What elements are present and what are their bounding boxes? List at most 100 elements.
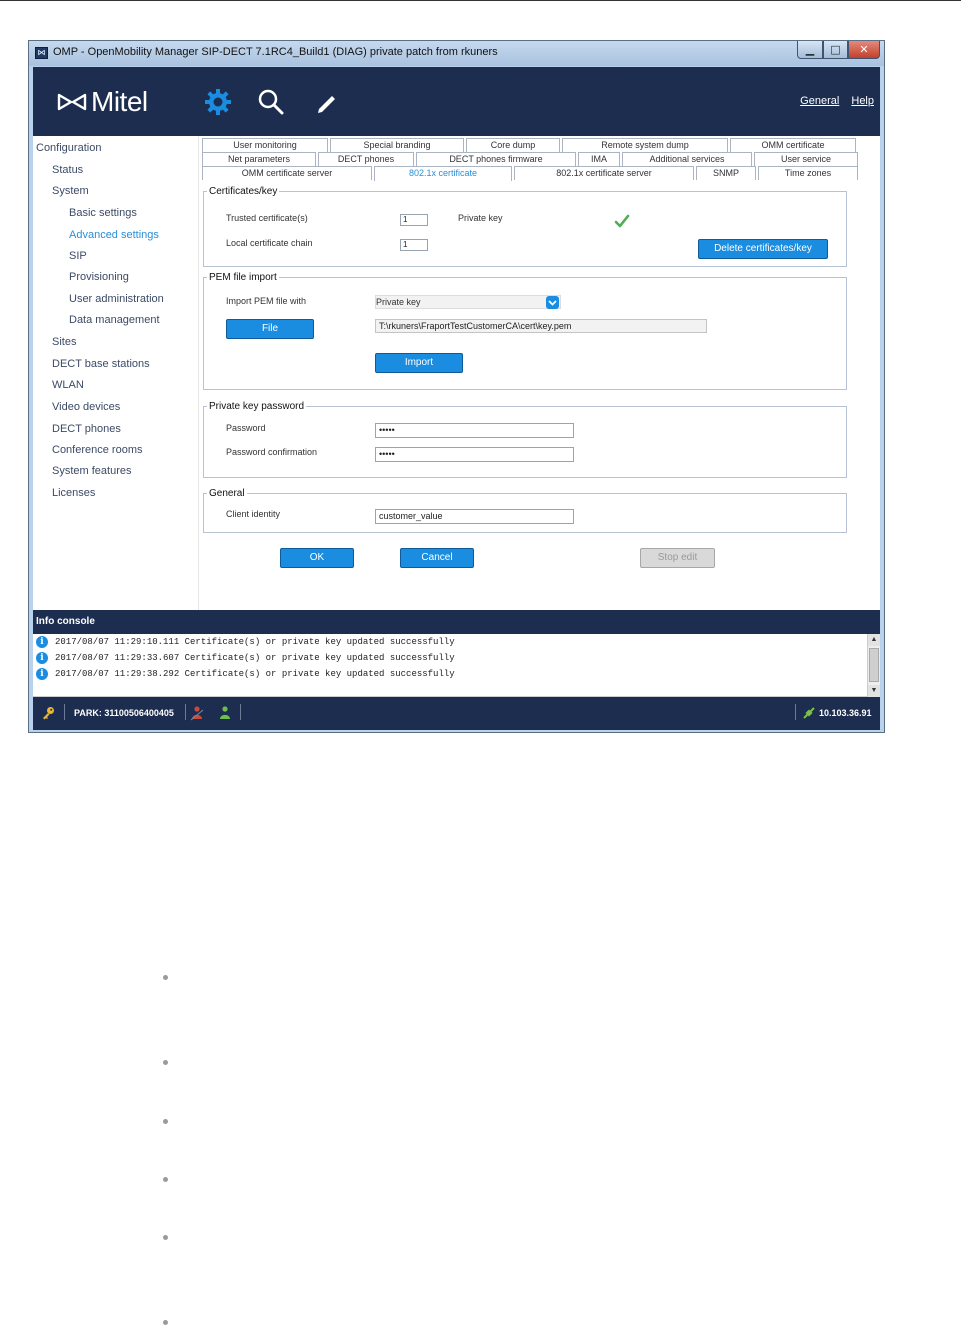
info-console-header: Info console [33, 610, 880, 634]
nav-sip[interactable]: SIP [69, 250, 87, 262]
tab-additional-services[interactable]: Additional services [622, 152, 752, 166]
nav-wlan[interactable]: WLAN [52, 379, 84, 391]
pem-import-legend: PEM file import [209, 272, 277, 283]
log-row: i 2017/08/07 11:29:33.607 Certificate(s)… [36, 650, 455, 666]
nav-licenses[interactable]: Licenses [52, 487, 95, 499]
tab-user-service[interactable]: User service [754, 152, 858, 166]
password-label: Password [226, 423, 266, 433]
status-separator [185, 704, 186, 720]
header-links: General Help [791, 95, 874, 107]
info-icon: i [36, 636, 48, 648]
check-icon [614, 214, 630, 228]
search-icon[interactable] [256, 87, 286, 117]
nav-system[interactable]: System [52, 185, 89, 197]
password-confirmation-field[interactable]: ••••• [375, 447, 574, 462]
pem-import-group: PEM file import Import PEM file with Pri… [203, 272, 847, 390]
chevron-down-icon[interactable] [546, 296, 559, 309]
page-top-rule [0, 0, 961, 1]
password-confirmation-label: Password confirmation [226, 447, 318, 457]
tab-dect-phones[interactable]: DECT phones [318, 152, 414, 166]
nav-status[interactable]: Status [52, 164, 83, 176]
nav-sites[interactable]: Sites [52, 336, 76, 348]
tab-omm-certificate[interactable]: OMM certificate [730, 138, 856, 152]
nav-data-management[interactable]: Data management [69, 314, 160, 326]
pem-type-select[interactable]: Private key [375, 295, 561, 309]
main-content: User monitoring Special branding Core du… [200, 136, 880, 610]
nav-system-features[interactable]: System features [52, 465, 131, 477]
maximize-button[interactable]: □ [823, 41, 848, 59]
log-row: i 2017/08/07 11:29:38.292 Certificate(s)… [36, 666, 455, 682]
mitel-logo-icon [57, 93, 87, 111]
omp-window: ⋈ OMP - OpenMobility Manager SIP-DECT 7.… [28, 40, 885, 733]
tab-omm-certificate-server[interactable]: OMM certificate server [202, 166, 372, 180]
status-bar: PARK: 31100506400405 10.103.36.91 [33, 697, 880, 730]
tab-ima[interactable]: IMA [578, 152, 620, 166]
certificates-key-group: Certificates/key Trusted certificate(s) … [203, 186, 847, 267]
scroll-up-icon[interactable]: ▲ [868, 634, 880, 646]
log-message: 2017/08/07 11:29:38.292 Certificate(s) o… [55, 669, 455, 679]
users-red-icon [190, 706, 204, 721]
tab-time-zones[interactable]: Time zones [758, 166, 858, 180]
console-scrollbar[interactable]: ▲ ▼ [867, 634, 880, 697]
scroll-thumb[interactable] [869, 648, 879, 682]
log-row: i 2017/08/07 11:29:10.111 Certificate(s)… [36, 634, 455, 650]
trusted-certificates-label: Trusted certificate(s) [226, 213, 308, 223]
import-pem-label: Import PEM file with [226, 296, 307, 306]
close-button[interactable]: ✕ [848, 41, 880, 59]
park-number: PARK: 31100506400405 [74, 708, 174, 718]
nav-provisioning[interactable]: Provisioning [69, 271, 129, 283]
pem-type-value: Private key [376, 297, 421, 307]
nav-advanced-settings[interactable]: Advanced settings [69, 229, 159, 241]
users-green-icon [220, 706, 230, 719]
status-separator [240, 704, 241, 720]
nav-user-administration[interactable]: User administration [69, 293, 164, 305]
client-identity-label: Client identity [226, 509, 281, 519]
tab-8021x-certificate-server[interactable]: 802.1x certificate server [514, 166, 694, 180]
brand-name: Mitel [91, 86, 148, 117]
info-console: i 2017/08/07 11:29:10.111 Certificate(s)… [33, 634, 880, 697]
tab-8021x-certificate[interactable]: 802.1x certificate [374, 166, 512, 181]
nav-basic-settings[interactable]: Basic settings [69, 207, 137, 219]
title-bar[interactable]: ⋈ OMP - OpenMobility Manager SIP-DECT 7.… [29, 41, 884, 66]
general-link[interactable]: General [800, 95, 839, 107]
key-icon [43, 707, 54, 720]
trusted-certificates-count: 1 [400, 214, 428, 226]
nav-conference-rooms[interactable]: Conference rooms [52, 444, 143, 456]
tab-user-monitoring[interactable]: User monitoring [202, 138, 328, 152]
gear-icon[interactable] [203, 87, 233, 117]
general-legend: General [209, 488, 245, 499]
local-certificate-chain-count: 1 [400, 239, 428, 251]
nav-configuration[interactable]: Configuration [36, 142, 101, 154]
nav-dect-base-stations[interactable]: DECT base stations [52, 358, 150, 370]
pencil-icon[interactable] [311, 87, 341, 117]
file-button[interactable]: File [226, 319, 314, 339]
log-message: 2017/08/07 11:29:33.607 Certificate(s) o… [55, 653, 455, 663]
nav-video-devices[interactable]: Video devices [52, 401, 120, 413]
delete-certificates-button[interactable]: Delete certificates/key [698, 239, 828, 259]
tab-core-dump[interactable]: Core dump [466, 138, 560, 152]
tab-special-branding[interactable]: Special branding [330, 138, 464, 152]
status-separator [64, 704, 65, 720]
window-title: OMP - OpenMobility Manager SIP-DECT 7.1R… [53, 46, 498, 58]
local-certificate-chain-label: Local certificate chain [226, 238, 313, 248]
info-icon: i [36, 652, 48, 664]
tab-net-parameters[interactable]: Net parameters [202, 152, 316, 166]
tab-snmp[interactable]: SNMP [696, 166, 756, 180]
plug-connected-icon [803, 707, 815, 719]
client-area: Mitel General Help Configuration Status … [33, 67, 880, 730]
password-field[interactable]: ••••• [375, 423, 574, 438]
stop-edit-button: Stop edit [640, 548, 715, 568]
minimize-button[interactable]: ▁ [797, 41, 823, 59]
ok-button[interactable]: OK [280, 548, 354, 568]
cancel-button[interactable]: Cancel [400, 548, 474, 568]
private-key-password-group: Private key password Password ••••• Pass… [203, 401, 847, 478]
help-link[interactable]: Help [851, 95, 874, 107]
nav-dect-phones[interactable]: DECT phones [52, 423, 121, 435]
tab-dect-phones-firmware[interactable]: DECT phones firmware [416, 152, 576, 166]
tab-remote-system-dump[interactable]: Remote system dump [562, 138, 728, 152]
import-button[interactable]: Import [375, 353, 463, 373]
client-identity-field[interactable]: customer_value [375, 509, 574, 524]
app-header: Mitel General Help [33, 67, 880, 136]
bullet-point [163, 1119, 168, 1124]
scroll-down-icon[interactable]: ▼ [868, 685, 880, 697]
